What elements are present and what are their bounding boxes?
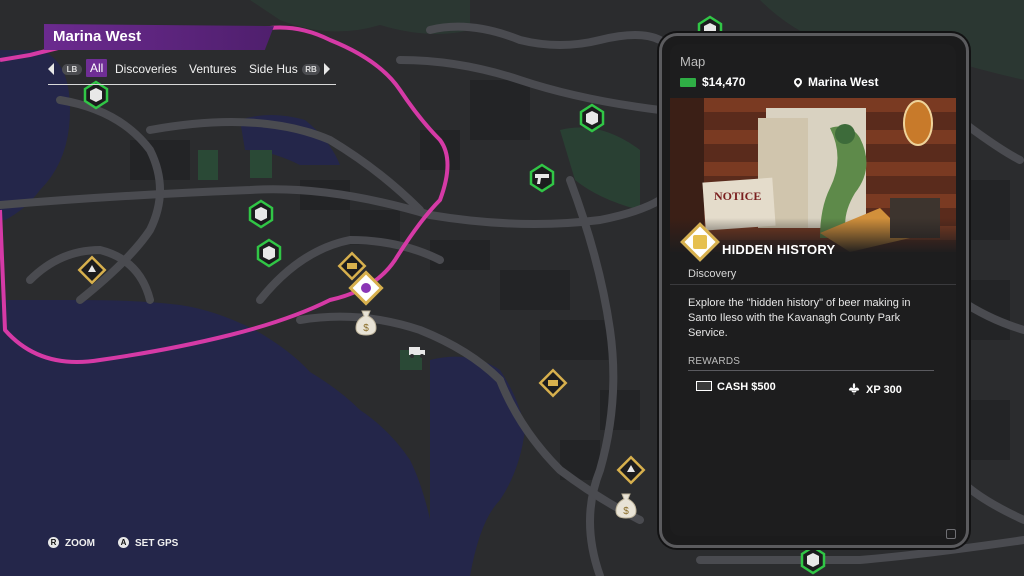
location-display: Marina West — [792, 75, 879, 89]
rewards-divider — [688, 370, 934, 371]
phone-camera-icon — [946, 529, 956, 539]
r-button-icon: R — [48, 537, 59, 548]
a-button-icon: A — [118, 537, 129, 548]
filter-left-arrow-icon[interactable] — [48, 63, 54, 75]
reward-cash: CASH $500 — [696, 381, 776, 393]
district-name: Marina West — [53, 28, 142, 45]
district-title-banner: Marina West — [44, 24, 274, 50]
filter-right-arrow-icon[interactable] — [324, 63, 330, 75]
mission-description: Explore the "hidden history" of beer mak… — [688, 297, 911, 339]
crowd-activity-icon[interactable] — [579, 103, 605, 133]
mission-image: NOTICE — [670, 98, 956, 252]
map-park — [198, 150, 218, 180]
cash-reward-icon — [696, 381, 712, 391]
money-display: $14,470 — [680, 75, 745, 89]
hint-zoom[interactable]: R ZOOM — [48, 537, 95, 549]
crowd-activity-icon[interactable] — [248, 199, 274, 229]
rb-button-icon: RB — [302, 64, 320, 75]
crowd-activity-icon[interactable] — [256, 238, 282, 268]
money-value: $14,470 — [702, 75, 746, 89]
hint-set-gps[interactable]: A SET GPS — [118, 537, 178, 549]
svg-text:$: $ — [623, 506, 629, 517]
phone-screen: Map $14,470 Marina West NOTICE HIDDEN HI… — [670, 44, 956, 536]
tab-discoveries[interactable]: Discoveries — [115, 62, 177, 76]
tab-ventures[interactable]: Ventures — [189, 62, 236, 76]
svg-text:$: $ — [363, 323, 369, 334]
mission-title: HIDDEN HISTORY — [722, 242, 836, 257]
panel-title: Map — [680, 54, 706, 69]
gun-store-icon[interactable] — [529, 163, 555, 193]
reward-cash-value: CASH $500 — [717, 381, 776, 393]
cash-icon — [680, 78, 696, 87]
rewards-heading: REWARDS — [688, 356, 741, 367]
reward-xp-value: XP 300 — [866, 384, 902, 396]
reward-xp: XP 300 — [848, 383, 902, 396]
hint-set-gps-label: SET GPS — [135, 538, 179, 549]
fleur-de-lis-icon — [848, 383, 860, 395]
crowd-activity-icon[interactable] — [83, 80, 109, 110]
location-pin-icon — [792, 76, 804, 88]
mission-type: Discovery — [688, 268, 737, 280]
map-filter-bar: LB All Discoveries Ventures Side Hus RB — [48, 58, 336, 85]
lb-button-icon: LB — [62, 64, 82, 75]
mission-image-notice-text: NOTICE — [714, 189, 761, 203]
crowd-activity-icon[interactable] — [800, 545, 826, 575]
panel-divider — [670, 284, 956, 285]
tab-all[interactable]: All — [86, 59, 108, 77]
location-value: Marina West — [808, 75, 879, 89]
hint-zoom-label: ZOOM — [65, 538, 95, 549]
tab-side-hustles[interactable]: Side Hus — [249, 62, 299, 76]
phone-map-panel: Map $14,470 Marina West NOTICE HIDDEN HI… — [659, 33, 969, 548]
map-park — [250, 150, 272, 178]
